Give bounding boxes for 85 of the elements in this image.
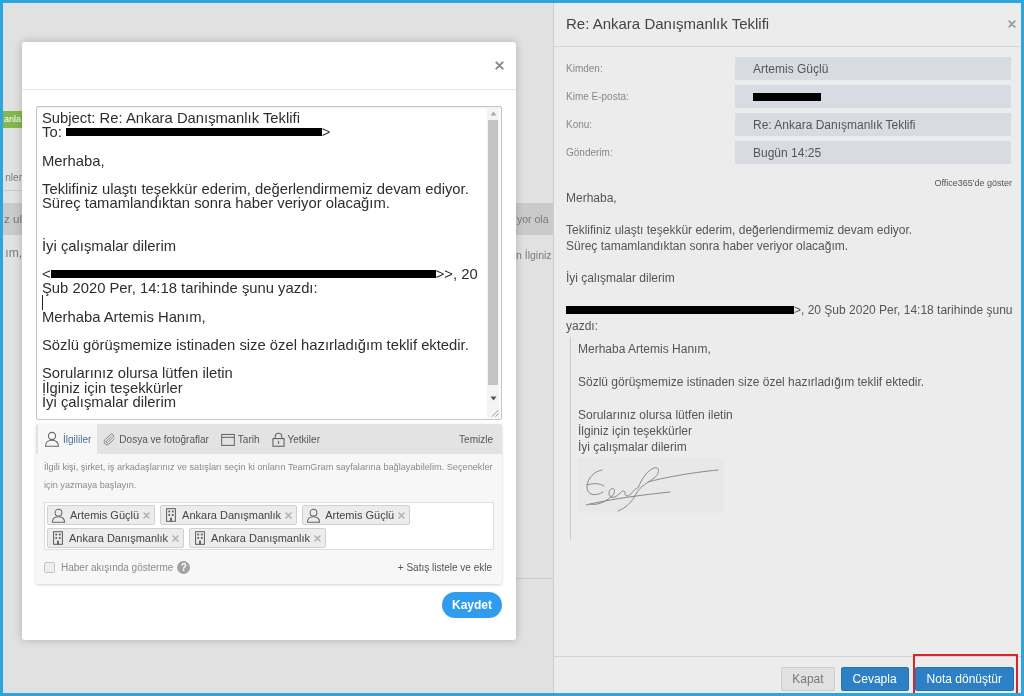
close-dialog-button[interactable]: Kapat (781, 666, 835, 691)
message-line: Sorularınız olursa lütfen iletin (42, 366, 233, 381)
message-line: İyi çalışmalar dilerim (42, 238, 177, 253)
tag-label: Ankara Danışmanlık (69, 530, 169, 546)
reply-button[interactable]: Cevapla (840, 666, 909, 691)
remove-icon (285, 511, 293, 519)
close-icon (494, 61, 504, 70)
field-label: Kime E-posta: (566, 90, 630, 104)
person-icon (306, 507, 322, 523)
quote-attribution: >, 20 Şub 2020 Per, 14:18 tarihinde şunu (794, 302, 1013, 318)
remove-icon (172, 534, 180, 542)
building-icon (164, 508, 179, 522)
quoted-paragraph: Merhaba Artemis Hanım, (578, 341, 711, 357)
message-line: Sözlü görüşmemize istinaden size özel hazırladığım teklif ektedir. (42, 338, 469, 353)
tag-label: Artemis Güçlü (325, 507, 395, 523)
field-label: Kimden: (566, 62, 604, 76)
office-link[interactable]: Office365'de göster (934, 178, 1012, 188)
checkbox-label: Haber akışında gösterme (61, 560, 174, 575)
remove-tag-button[interactable] (314, 534, 322, 542)
tab[interactable]: İlgililer (38, 424, 98, 454)
background-text: ım, (5, 245, 22, 261)
lock-icon (271, 431, 285, 447)
close-button[interactable] (493, 59, 505, 72)
close-button[interactable] (1007, 19, 1017, 29)
remove-tag-button[interactable] (398, 511, 406, 519)
message-line: Şub 2020 Per, 14:18 tarihinde şunu yazdı: (42, 281, 318, 296)
remove-icon (398, 511, 406, 519)
body-paragraph: İyi çalışmalar dilerim (566, 270, 675, 286)
message-line: İlginiz için teşekkürler (42, 380, 183, 395)
background-text: nler (5, 172, 22, 184)
background-text: anla (3, 111, 22, 128)
message-line: Merhaba, (42, 153, 105, 168)
convert-to-note-button[interactable]: Nota dönüştür (914, 666, 1014, 691)
add-sale-link[interactable]: + Satış listele ve ekle (397, 559, 492, 575)
scroll-up-arrow-icon (489, 111, 497, 116)
close-icon (1008, 20, 1016, 28)
background-text: z ul (3, 203, 22, 235)
message-line: Teklifiniz ulaştı teşekkür ederim, değerlendirmemiz devam ediyor. (42, 181, 469, 197)
person-icon (51, 507, 66, 523)
message-line: Süreç tamamlandıktan sonra haber veriyor olacağım. (42, 196, 390, 211)
quote-attribution: yazdı: (566, 318, 598, 334)
help-text: İlgili kişi, şirket, iş arkadaşlarınız ve satışları seçin ki onların TeamGram sayfalarına bağlayabilelim. Seçenekler için yazmaya başlayın. (44, 461, 494, 492)
remove-tag-button[interactable] (143, 511, 151, 519)
field-value: Artemis Güçlü (735, 57, 1011, 80)
message-line: Merhaba Artemis Hanım, (42, 309, 206, 324)
remove-tag-button[interactable] (172, 534, 180, 542)
calendar-icon (220, 432, 235, 446)
tab[interactable]: Tarih (214, 424, 266, 454)
background-text: yor ola (516, 203, 553, 235)
message-line: Subject: Re: Ankara Danışmanlık Teklifi (42, 111, 300, 126)
message-line: < (42, 267, 51, 282)
quoted-paragraph: Sorularınız olursa lütfen iletin İlginiz için teşekkürler İyi çalışmalar dilerim (578, 407, 733, 455)
help-icon: ? (177, 560, 191, 574)
tag-label: Ankara Danışmanlık (211, 530, 311, 546)
tag-input[interactable]: Artemis Güçlü Ankara Danışmanlık Artemis Güçlü Ankara Danışmanlık Ankara Danışmanlık (44, 502, 494, 550)
message-line: > (321, 125, 331, 140)
building-icon (193, 531, 208, 545)
paperclip-icon (103, 432, 117, 446)
tag-label: Artemis Güçlü (70, 507, 140, 523)
field-label: Konu: (566, 118, 594, 132)
message-line: >>, 20 (435, 267, 478, 282)
body-paragraph: Teklifiniz ulaştı teşekkür ederim, değerlendirmemiz devam ediyor. Süreç tamamlandıktan sonra haber veriyor olacağım. (566, 222, 913, 254)
clear-link[interactable]: Temizle (459, 424, 493, 454)
tab[interactable]: Dosya ve fotoğraflar (97, 424, 215, 454)
checkbox[interactable] (44, 561, 55, 573)
remove-tag-button[interactable] (285, 511, 293, 519)
tag-label: Ankara Danışmanlık (182, 507, 282, 523)
panel-title: Re: Ankara Danışmanlık Teklifi (566, 13, 770, 34)
remove-icon (143, 511, 151, 519)
background-text: n İlginiz (516, 248, 552, 263)
remove-icon (314, 534, 322, 542)
message-line: To: (42, 125, 62, 140)
text-cursor (42, 295, 43, 311)
message-textarea[interactable] (36, 106, 502, 420)
resize-grip-icon (490, 408, 499, 417)
scroll-down-arrow-icon (489, 396, 497, 401)
person-icon (44, 431, 60, 447)
field-value: Bugün 14:25 (735, 141, 1011, 164)
quoted-paragraph: Sözlü görüşmemize istinaden size özel hazırladığım teklif ektedir. (578, 374, 925, 390)
tab[interactable]: Yetkiler (265, 424, 326, 454)
scrollbar-thumb[interactable] (488, 120, 498, 385)
field-value: Re: Ankara Danışmanlık Teklifi (735, 113, 1011, 136)
field-label: Gönderim: (566, 146, 614, 160)
body-paragraph: Merhaba, (566, 190, 617, 206)
building-icon (51, 531, 65, 545)
